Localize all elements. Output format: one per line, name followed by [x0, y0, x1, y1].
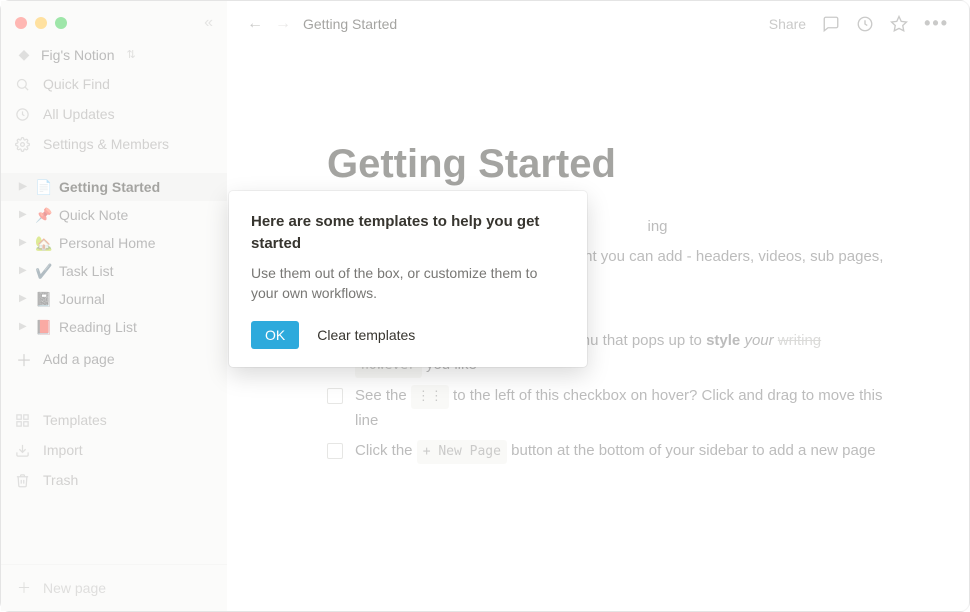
settings-members[interactable]: Settings & Members	[1, 129, 227, 159]
modal-title: Here are some templates to help you get …	[251, 211, 565, 255]
quick-find-label: Quick Find	[43, 73, 110, 95]
disclosure-triangle-icon[interactable]: ▶	[19, 204, 29, 226]
import-button[interactable]: Import	[1, 435, 227, 465]
sidebar-footer: ＋ New page	[1, 564, 227, 611]
templates-label: Templates	[43, 409, 107, 431]
trash-icon	[15, 473, 33, 488]
plus-icon: ＋	[15, 577, 33, 599]
all-updates-label: All Updates	[43, 103, 115, 125]
checkbox[interactable]	[327, 388, 343, 404]
sidebar: « ◆ Fig's Notion ⇅ Quick Find All Update…	[1, 1, 227, 611]
page-label: Reading List	[59, 316, 137, 338]
maximize-window-icon[interactable]	[55, 17, 67, 29]
page-title[interactable]: Getting Started	[327, 142, 889, 187]
page-emoji: 📄	[35, 176, 53, 198]
plus-icon: ＋	[15, 347, 33, 371]
disclosure-triangle-icon[interactable]: ▶	[19, 316, 29, 338]
nav-back-icon[interactable]: ←	[247, 15, 263, 33]
import-label: Import	[43, 439, 83, 461]
modal-actions: OK Clear templates	[251, 321, 565, 349]
workspace-switcher[interactable]: ◆ Fig's Notion ⇅	[1, 40, 227, 69]
page-label: Quick Note	[59, 204, 128, 226]
settings-label: Settings & Members	[43, 133, 169, 155]
share-button[interactable]: Share	[769, 16, 806, 32]
all-updates[interactable]: All Updates	[1, 99, 227, 129]
modal-body: Use them out of the box, or customize th…	[251, 263, 565, 304]
close-window-icon[interactable]	[15, 17, 27, 29]
quick-find[interactable]: Quick Find	[1, 69, 227, 99]
trash-label: Trash	[43, 469, 78, 491]
trash-button[interactable]: Trash	[1, 465, 227, 495]
collapse-sidebar-icon[interactable]: «	[204, 14, 213, 32]
sidebar-page-getting-started[interactable]: ▶ 📄 Getting Started	[1, 173, 227, 201]
todo-item[interactable]: See the ⋮⋮ to the left of this checkbox …	[327, 384, 889, 433]
disclosure-triangle-icon[interactable]: ▶	[19, 176, 29, 198]
nav-forward-icon[interactable]: →	[275, 15, 291, 33]
sidebar-page-quick-note[interactable]: ▶ 📌 Quick Note	[1, 201, 227, 229]
disclosure-triangle-icon[interactable]: ▶	[19, 288, 29, 310]
history-icon[interactable]	[856, 15, 874, 33]
more-icon[interactable]: •••	[924, 13, 949, 34]
sidebar-page-reading-list[interactable]: ▶ 📕 Reading List	[1, 313, 227, 341]
add-page-button[interactable]: ＋ Add a page	[1, 341, 227, 377]
checkbox[interactable]	[327, 443, 343, 459]
search-icon	[15, 77, 33, 92]
topbar: ← → Getting Started Share •••	[227, 1, 969, 46]
sidebar-page-journal[interactable]: ▶ 📓 Journal	[1, 285, 227, 313]
sidebar-utilities: Templates Import Trash	[1, 405, 227, 495]
clock-icon	[15, 107, 33, 122]
clear-templates-button[interactable]: Clear templates	[317, 327, 415, 343]
breadcrumb[interactable]: Getting Started	[303, 16, 397, 32]
new-page-label: New page	[43, 577, 106, 599]
workspace-icon: ◆	[15, 46, 33, 63]
comments-icon[interactable]	[822, 15, 840, 33]
download-icon	[15, 443, 33, 458]
page-emoji: 🏡	[35, 232, 53, 254]
todo-text: See the ⋮⋮ to the left of this checkbox …	[355, 384, 889, 433]
topbar-actions: Share •••	[769, 13, 949, 34]
add-page-label: Add a page	[43, 351, 115, 367]
todo-text: Click the + New Page button at the botto…	[355, 439, 876, 464]
disclosure-triangle-icon[interactable]: ▶	[19, 232, 29, 254]
sidebar-page-personal-home[interactable]: ▶ 🏡 Personal Home	[1, 229, 227, 257]
workspace-name: Fig's Notion	[41, 47, 114, 63]
page-label: Journal	[59, 288, 105, 310]
window-controls: «	[1, 1, 227, 40]
page-label: Personal Home	[59, 232, 156, 254]
chevron-updown-icon: ⇅	[126, 48, 135, 61]
drag-handle-key: ⋮⋮	[411, 385, 449, 409]
favorite-icon[interactable]	[890, 15, 908, 33]
todo-item[interactable]: Click the + New Page button at the botto…	[327, 439, 889, 464]
page-emoji: 📌	[35, 204, 53, 226]
ok-button[interactable]: OK	[251, 321, 299, 349]
templates-icon	[15, 413, 33, 428]
disclosure-triangle-icon[interactable]: ▶	[19, 260, 29, 282]
new-page-key: + New Page	[417, 440, 507, 464]
templates-button[interactable]: Templates	[1, 405, 227, 435]
page-label: Task List	[59, 260, 113, 282]
sidebar-pages: ▶ 📄 Getting Started ▶ 📌 Quick Note ▶ 🏡 P…	[1, 173, 227, 377]
templates-modal: Here are some templates to help you get …	[229, 191, 587, 367]
page-emoji: ✔️	[35, 260, 53, 282]
gear-icon	[15, 137, 33, 152]
sidebar-page-task-list[interactable]: ▶ ✔️ Task List	[1, 257, 227, 285]
new-page-button[interactable]: ＋ New page	[1, 565, 227, 611]
minimize-window-icon[interactable]	[35, 17, 47, 29]
page-emoji: 📓	[35, 288, 53, 310]
page-emoji: 📕	[35, 316, 53, 338]
page-label: Getting Started	[59, 176, 160, 198]
